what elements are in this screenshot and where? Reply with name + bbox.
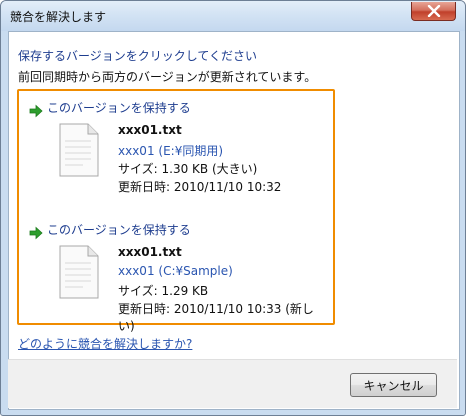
file-size: サイズ: 1.29 KB	[118, 284, 209, 298]
file-location: xxx01 (C:¥Sample)	[118, 264, 233, 278]
close-button[interactable]	[411, 2, 456, 21]
file-modified: 更新日時: 2010/11/10 10:32	[118, 180, 282, 194]
text-file-icon	[59, 123, 99, 177]
cancel-button[interactable]: キャンセル	[350, 373, 437, 397]
file-size: サイズ: 1.30 KB (大きい)	[118, 162, 258, 176]
keep-version-link[interactable]: このバージョンを保持する	[47, 221, 191, 238]
text-file-icon	[59, 245, 99, 299]
keep-version-link[interactable]: このバージョンを保持する	[47, 99, 191, 116]
green-arrow-icon	[29, 226, 43, 240]
main-instruction: 保存するバージョンをクリックしてください	[18, 49, 258, 63]
file-location: xxx01 (E:¥同期用)	[118, 144, 224, 158]
green-arrow-icon	[29, 104, 43, 118]
close-icon	[427, 5, 440, 17]
instruction-description: 前回同期時から両方のバージョンが更新されています。	[18, 70, 317, 84]
title-bar[interactable]: 競合を解決します	[1, 1, 465, 31]
version-option[interactable]: このバージョンを保持する xxx01.txt xxx01 (C:¥Sample)…	[0, 220, 318, 333]
window-title: 競合を解決します	[10, 10, 107, 24]
version-option[interactable]: このバージョンを保持する xxx01.txt xxx01 (E:¥同期用) サイ…	[0, 98, 318, 208]
file-name: xxx01.txt	[118, 245, 182, 259]
file-name: xxx01.txt	[118, 123, 182, 137]
help-link[interactable]: どのように競合を解決しますか?	[18, 335, 192, 352]
file-modified: 更新日時: 2010/11/10 10:33 (新しい)	[118, 302, 314, 333]
